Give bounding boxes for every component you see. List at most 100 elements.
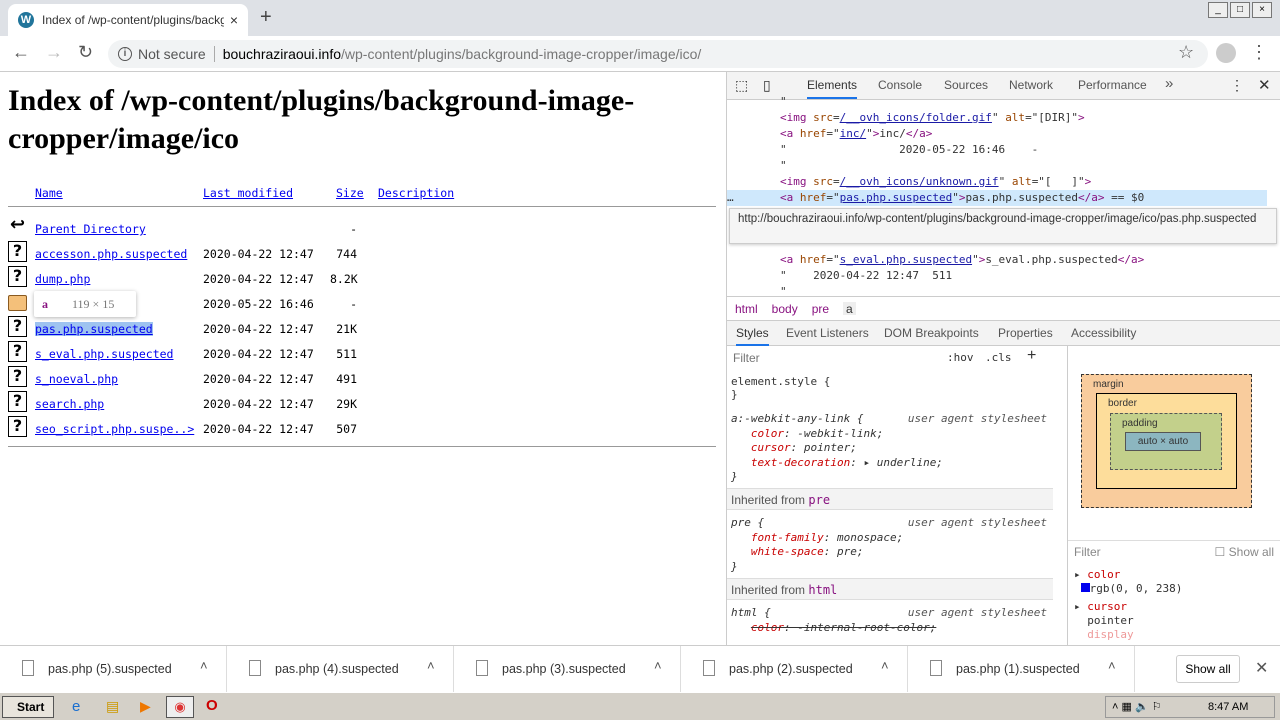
show-all-checkbox[interactable]: ☐ Show all	[1215, 545, 1274, 559]
table-row: ? search.php 2020-04-22 12:47 29K	[8, 391, 708, 418]
download-item[interactable]: pas.php (1).suspected ˄	[908, 646, 1135, 692]
profile-avatar[interactable]	[1216, 43, 1236, 63]
dom-node[interactable]: "	[727, 158, 1267, 174]
maximize-button[interactable]: □	[1230, 2, 1250, 18]
unknown-file-icon: ?	[8, 366, 27, 387]
subtab-accessibility[interactable]: Accessibility	[1071, 326, 1136, 340]
download-item[interactable]: pas.php (5).suspected ˄	[0, 646, 227, 692]
file-size: 511	[336, 347, 357, 361]
dom-node[interactable]: <img src=/__ovh_icons/folder.gif" alt="[…	[727, 110, 1267, 126]
file-size: 29K	[336, 397, 357, 411]
forward-icon[interactable]: →	[45, 42, 63, 63]
ie-icon[interactable]: e	[72, 698, 80, 715]
style-rule[interactable]: html { color: -internal-root-color;	[731, 606, 936, 635]
file-link[interactable]: Parent Directory	[35, 222, 146, 236]
selected-dom-node[interactable]: … <a href="pas.php.suspected">pas.php.su…	[727, 190, 1267, 206]
new-tab-button[interactable]: +	[260, 6, 272, 29]
network-icon[interactable]: ▦	[1122, 701, 1132, 713]
file-link[interactable]: s_eval.php.suspected	[35, 347, 173, 361]
computed-filter[interactable]: Filter ☐ Show all	[1068, 540, 1280, 564]
bookmark-star-icon[interactable]: ☆	[1178, 42, 1194, 63]
subtab-dom-breakpoints[interactable]: DOM Breakpoints	[884, 326, 979, 340]
tab-sources[interactable]: Sources	[944, 78, 988, 92]
minimize-button[interactable]: _	[1208, 2, 1228, 18]
add-rule-icon[interactable]: +	[1027, 347, 1036, 365]
address-bar[interactable]: i Not secure bouchraziraoui.info/wp-cont…	[108, 40, 1208, 68]
close-window-button[interactable]: ×	[1252, 2, 1272, 18]
tray-expand-icon[interactable]: ˄	[1112, 701, 1118, 713]
dom-node[interactable]: <a href="s_eval.php.suspected">s_eval.ph…	[727, 252, 1267, 268]
volume-icon[interactable]: 🔈	[1135, 701, 1149, 713]
download-bar: pas.php (5).suspected ˄ pas.php (4).suspec…	[0, 645, 1280, 692]
window-controls: _ □ ×	[1208, 2, 1272, 18]
inspect-element-icon[interactable]: ⬚	[735, 77, 748, 94]
column-size[interactable]: Size	[336, 186, 364, 200]
column-last-modified[interactable]: Last modified	[203, 186, 293, 200]
divider	[8, 446, 716, 447]
reload-icon[interactable]: ↻	[78, 42, 93, 63]
last-modified: 2020-04-22 12:47	[203, 347, 314, 361]
info-icon[interactable]: i	[118, 47, 132, 61]
crumb-a[interactable]: a	[843, 302, 856, 316]
file-link[interactable]: seo_script.php.suspe..>	[35, 422, 194, 436]
download-filename: pas.php (5).suspected	[48, 662, 172, 676]
chevron-up-icon[interactable]: ˄	[1108, 658, 1116, 673]
crumb-html[interactable]: html	[735, 302, 758, 316]
media-player-icon[interactable]: ▶	[140, 698, 151, 715]
chevron-up-icon[interactable]: ˄	[654, 658, 662, 673]
start-button[interactable]: Start	[2, 696, 54, 718]
last-modified: 2020-05-22 16:46	[203, 297, 314, 311]
file-link[interactable]: dump.php	[35, 272, 90, 286]
style-rule[interactable]: element.style { }	[731, 375, 830, 401]
tab-network[interactable]: Network	[1009, 78, 1053, 92]
chevron-up-icon[interactable]: ˄	[200, 658, 208, 673]
file-link[interactable]: pas.php.suspected	[35, 322, 153, 336]
close-download-bar-icon[interactable]: ✕	[1255, 658, 1268, 678]
subtab-event-listeners[interactable]: Event Listeners	[786, 326, 869, 340]
explorer-icon[interactable]: ▤	[106, 698, 119, 715]
dom-node[interactable]: " 2020-05-22 16:46 -	[727, 142, 1267, 158]
computed-properties: ▸ color rgb(0, 0, 238) ▸ cursor pointer …	[1074, 568, 1183, 641]
subtab-styles[interactable]: Styles	[736, 326, 769, 346]
dom-node[interactable]: <img src=/__ovh_icons/unknown.gif" alt="…	[727, 174, 1267, 190]
dom-node[interactable]: "	[727, 94, 1267, 110]
download-item[interactable]: pas.php (3).suspected ˄	[454, 646, 681, 692]
close-tab-icon[interactable]: ×	[230, 12, 238, 28]
crumb-body[interactable]: body	[772, 302, 798, 316]
styles-filter-input[interactable]	[729, 348, 925, 368]
show-all-downloads-button[interactable]: Show all	[1176, 655, 1240, 683]
file-link[interactable]: search.php	[35, 397, 104, 411]
back-icon[interactable]: ←	[12, 42, 30, 63]
download-item[interactable]: pas.php (2).suspected ˄	[681, 646, 908, 692]
opera-icon[interactable]: O	[206, 697, 218, 714]
table-row: ? dump.php 2020-04-22 12:47 8.2K	[8, 266, 708, 293]
tab-console[interactable]: Console	[878, 78, 922, 92]
dom-node[interactable]: "	[727, 284, 1267, 294]
crumb-pre[interactable]: pre	[812, 302, 829, 316]
flag-icon[interactable]: ⚐	[1152, 701, 1162, 713]
chrome-taskbar-button[interactable]: ◉	[166, 696, 194, 718]
subtab-properties[interactable]: Properties	[998, 326, 1053, 340]
tab-performance[interactable]: Performance	[1078, 78, 1147, 92]
table-row: ? pas.php.suspected 2020-04-22 12:47 21K	[8, 316, 708, 343]
style-rule[interactable]: pre { font-family: monospace; white-spac…	[731, 516, 903, 574]
menu-icon[interactable]: ⋮	[1250, 42, 1268, 63]
hov-button[interactable]: :hov	[947, 351, 974, 364]
cls-button[interactable]: .cls	[985, 351, 1012, 364]
column-description[interactable]: Description	[378, 186, 454, 200]
devtools-panel: ⬚ ▯ Elements Console Sources Network Per…	[726, 72, 1280, 645]
chevron-up-icon[interactable]: ˄	[881, 658, 889, 673]
file-link[interactable]: accesson.php.suspected	[35, 247, 187, 261]
device-toolbar-icon[interactable]: ▯	[763, 77, 771, 94]
kebab-menu-icon[interactable]: ⋮	[1230, 77, 1244, 94]
file-icon	[22, 660, 34, 676]
browser-tab[interactable]: W Index of /wp-content/plugins/backgroun…	[8, 4, 248, 36]
file-link[interactable]: s_noeval.php	[35, 372, 118, 386]
column-name[interactable]: Name	[35, 186, 63, 200]
chevron-up-icon[interactable]: ˄	[427, 658, 435, 673]
dom-node[interactable]: <a href="inc/">inc/</a>	[727, 126, 1267, 142]
dom-node[interactable]: " 2020-04-22 12:47 511	[727, 268, 1267, 284]
download-item[interactable]: pas.php (4).suspected ˄	[227, 646, 454, 692]
close-devtools-icon[interactable]: ✕	[1258, 76, 1271, 94]
more-tabs-button[interactable]: »	[1165, 75, 1173, 92]
